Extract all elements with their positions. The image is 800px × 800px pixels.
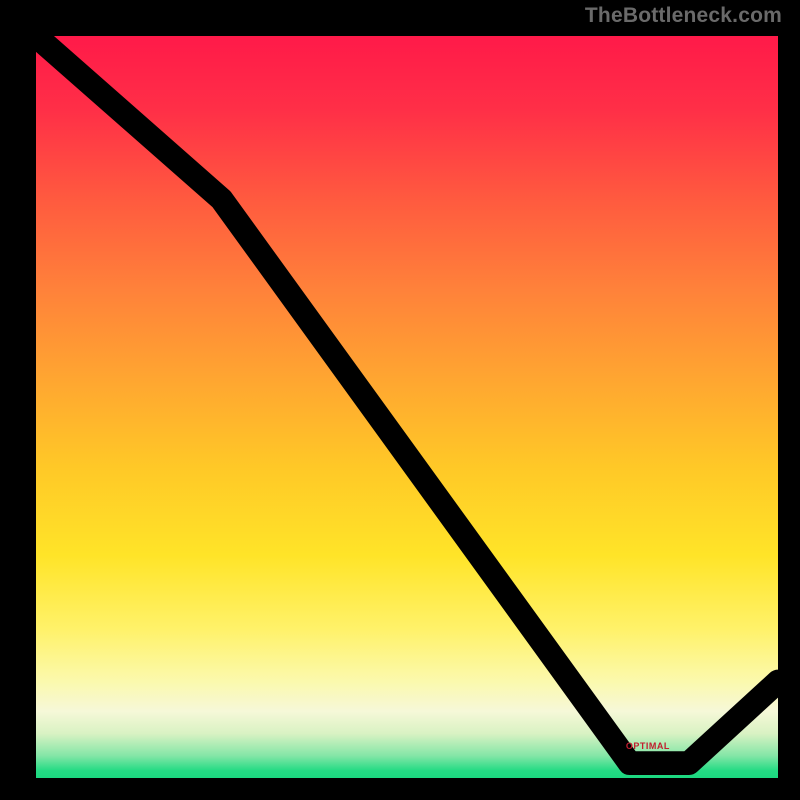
plot-area: OPTIMAL	[36, 36, 778, 778]
optimal-annotation: OPTIMAL	[626, 741, 670, 751]
chart-frame: TheBottleneck.com OPTIMAL	[0, 0, 800, 800]
watermark-text: TheBottleneck.com	[585, 4, 782, 28]
chart-svg	[36, 36, 778, 778]
bottleneck-curve-line	[36, 36, 778, 763]
